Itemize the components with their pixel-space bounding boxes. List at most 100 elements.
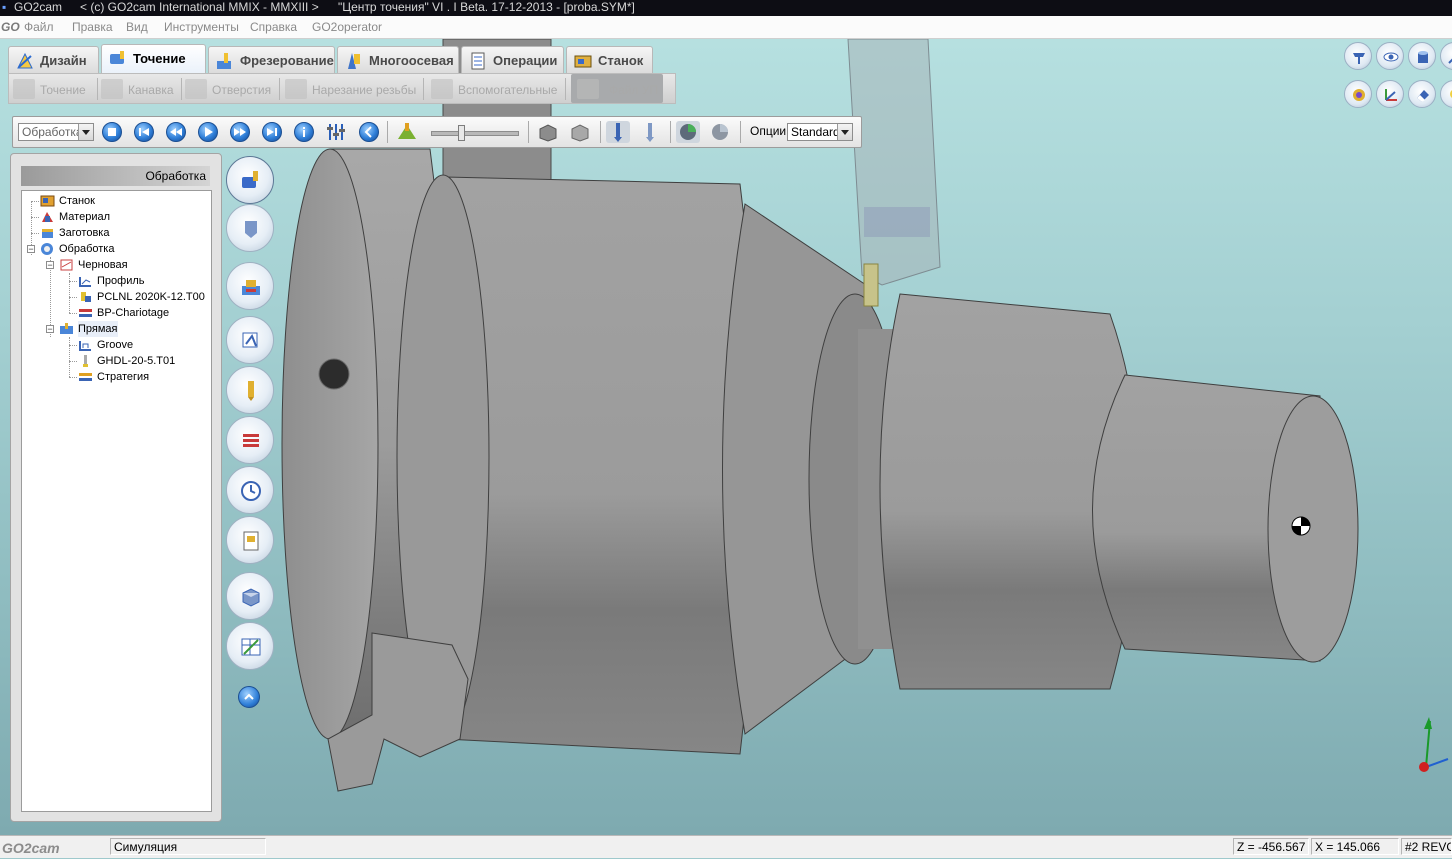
cube-button[interactable]: [226, 572, 274, 620]
clock-button[interactable]: [226, 466, 274, 514]
menu-logo: GO: [1, 20, 20, 34]
subtab-holes[interactable]: Отверстия: [185, 74, 280, 103]
auxiliary-op-icon: [431, 79, 453, 99]
fast-forward-button[interactable]: [230, 122, 250, 142]
speed-slider-handle[interactable]: [458, 125, 465, 141]
view-cylinder-button[interactable]: [1408, 42, 1436, 70]
view-eye-button[interactable]: [1376, 42, 1404, 70]
info-button[interactable]: [294, 122, 314, 142]
view-eraser-button[interactable]: [1408, 80, 1436, 108]
menu-tools[interactable]: Инструменты: [164, 16, 239, 38]
turning-op-icon: [13, 79, 35, 99]
play-button[interactable]: [198, 122, 218, 142]
view-render-button[interactable]: [1344, 80, 1372, 108]
grooving-tool-icon: [83, 355, 88, 367]
profile-icon: [79, 341, 91, 351]
thread-button[interactable]: [226, 416, 274, 464]
subtab-nc-file[interactable]: Файл УП: [571, 74, 663, 103]
groove-op-button[interactable]: [226, 204, 274, 252]
tab-operations[interactable]: Операции: [461, 46, 564, 73]
rewind-icon: [170, 128, 182, 136]
stop-icon: [108, 128, 116, 136]
drill-button[interactable]: [226, 366, 274, 414]
turning-op-icon: [242, 171, 258, 188]
subtab-auxiliary[interactable]: Вспомогательные: [431, 74, 566, 103]
tab-machine[interactable]: Станок: [566, 46, 653, 73]
machine-icon: [40, 195, 55, 207]
subtab-label: Нарезание резьбы: [312, 83, 417, 97]
tool-path-button[interactable]: [395, 121, 419, 143]
axes-icon: [1385, 89, 1397, 101]
operations-tree: − − − Станок Материал Заготовка Обработк…: [21, 190, 212, 812]
tab-turning[interactable]: Точение: [101, 44, 206, 74]
info-icon: [303, 127, 305, 137]
stock-button[interactable]: [226, 262, 274, 310]
mode-select[interactable]: Обработка: [18, 123, 94, 141]
subtab-turning[interactable]: Точение: [13, 74, 98, 103]
cylinder-icon: [1418, 51, 1428, 63]
groove-op-icon: [101, 79, 123, 99]
profile-icon: [79, 277, 91, 287]
drill-op-icon: [185, 79, 207, 99]
tab-label: Операции: [493, 53, 558, 68]
status-logo: GO2cam: [2, 840, 60, 856]
tab-label: Станок: [598, 53, 644, 68]
subtab-threading[interactable]: Нарезание резьбы: [285, 74, 424, 103]
scroll-up-button[interactable]: [238, 686, 260, 708]
solid-view-button[interactable]: [536, 121, 560, 143]
holder-display-button[interactable]: [638, 121, 662, 143]
transform-button[interactable]: [226, 316, 274, 364]
copyright-info: < (c) GO2cam International MMIX - MMXIII…: [80, 0, 319, 14]
table-icon: [241, 638, 261, 656]
collision-view-button[interactable]: [708, 121, 732, 143]
multiaxis-icon: [348, 53, 360, 69]
menu-help[interactable]: Справка: [250, 16, 297, 38]
tree-node-label: Профиль: [97, 275, 145, 287]
tool-path-icon: [398, 123, 416, 139]
stop-button[interactable]: [102, 122, 122, 142]
tree-node-label: PCLNL 2020K-12.T00: [97, 291, 205, 303]
mode-select-value: Обработка: [22, 125, 83, 139]
tree-node-label: GHDL-20-5.T01: [97, 355, 176, 367]
rewind-button[interactable]: [166, 122, 186, 142]
turning-op-button[interactable]: [226, 156, 274, 204]
menu-view[interactable]: Вид: [126, 16, 148, 38]
document-button[interactable]: [226, 516, 274, 564]
tab-milling[interactable]: Фрезерование: [208, 46, 335, 73]
menu-file[interactable]: Файл: [24, 16, 54, 38]
view-standard-button[interactable]: [1344, 42, 1372, 70]
clock-icon: [241, 481, 261, 501]
turret-view-button[interactable]: [676, 121, 700, 143]
fast-forward-icon: [234, 128, 246, 136]
thread-op-icon: [285, 79, 307, 99]
menu-go2operator[interactable]: GO2operator: [312, 16, 382, 38]
cube-stock-icon: [571, 124, 589, 142]
speed-slider[interactable]: [431, 131, 519, 136]
tool-display-button[interactable]: [606, 121, 630, 143]
status-message: Симуляция: [110, 838, 266, 855]
back-button[interactable]: [359, 122, 379, 142]
chevron-down-icon[interactable]: [837, 124, 852, 140]
skip-start-icon: [139, 128, 149, 136]
collision-icon: [712, 124, 728, 140]
subtab-groove[interactable]: Канавка: [101, 74, 182, 103]
main-tabs: Дизайн Точение Фрезерование Многоосевая …: [8, 44, 653, 74]
machine-icon: [574, 55, 592, 68]
menu-edit[interactable]: Правка: [72, 16, 113, 38]
table-button[interactable]: [226, 622, 274, 670]
tab-multiaxis[interactable]: Многоосевая: [337, 46, 459, 73]
skip-end-button[interactable]: [262, 122, 282, 142]
tree-collapse-toggle[interactable]: −: [46, 261, 54, 270]
turning-tool-icon: [81, 292, 91, 302]
view-axes-button[interactable]: [1376, 80, 1404, 108]
options-select[interactable]: Standard: [787, 123, 853, 141]
tree-node-label: Черновая: [78, 259, 128, 271]
stock-view-button[interactable]: [568, 121, 592, 143]
settings-button[interactable]: [324, 121, 348, 143]
chevron-down-icon[interactable]: [78, 124, 93, 140]
tree-collapse-toggle[interactable]: −: [27, 245, 35, 254]
skip-start-button[interactable]: [134, 122, 154, 142]
tree-collapse-toggle[interactable]: −: [46, 325, 54, 334]
tab-design[interactable]: Дизайн: [8, 46, 99, 73]
options-label: Опции: [750, 124, 787, 138]
